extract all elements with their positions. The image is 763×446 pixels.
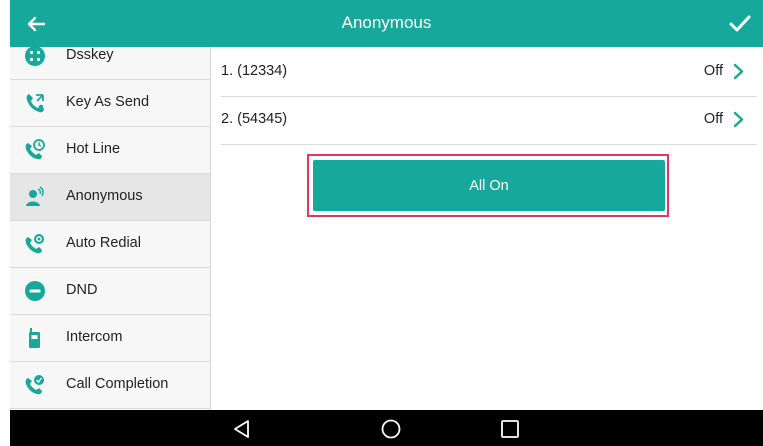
list-item-value: Off [703, 111, 723, 127]
sidebar-item-intercom[interactable]: Intercom [10, 315, 210, 362]
dsskey-icon [25, 47, 45, 66]
page-title: Anonymous [341, 13, 432, 32]
chevron-right-icon [733, 111, 744, 128]
sidebar-item-label: Intercom [66, 329, 123, 345]
sidebar-item-label: Call Completion [66, 376, 169, 392]
back-triangle-icon[interactable] [231, 418, 253, 440]
list-item[interactable]: 2. (54345) Off [221, 96, 757, 145]
list-item-name: 2. (54345) [221, 111, 288, 127]
call-completion-icon [25, 375, 44, 395]
phone-redial-icon [25, 234, 44, 254]
phone-clock-icon [25, 139, 45, 160]
sidebar-item-label: Auto Redial [66, 235, 141, 251]
sidebar-item-anonymous[interactable]: Anonymous [10, 174, 210, 221]
sidebar-item-label: DND [66, 282, 98, 298]
sidebar-item-hot-line[interactable]: Hot Line [10, 127, 210, 174]
chevron-right-icon [733, 63, 744, 80]
do-not-disturb-icon [25, 281, 45, 301]
sidebar-item-label: Dsskey [66, 47, 114, 63]
all-on-button[interactable]: All On [313, 160, 665, 211]
sidebar-item-label: Hot Line [66, 141, 121, 157]
sidebar-item-call-completion[interactable]: Call Completion [10, 362, 210, 409]
list-item-name: 1. (12334) [221, 63, 288, 79]
checkmark-icon[interactable] [727, 12, 753, 36]
anonymous-person-icon [26, 186, 44, 206]
sidebar-item-auto-redial[interactable]: Auto Redial [10, 221, 210, 268]
phone-send-icon [26, 94, 44, 113]
sidebar-item-label: Key As Send [66, 94, 150, 110]
navigation-bar [10, 410, 763, 446]
home-circle-icon[interactable] [380, 418, 402, 440]
recent-square-icon[interactable] [499, 418, 521, 440]
title-bar: Anonymous [10, 0, 763, 47]
sidebar: Dsskey Key As Send Hot Line Anonymous Au… [10, 47, 211, 410]
main-content: 1. (12334) Off 2. (54345) Off All On [211, 47, 763, 410]
sidebar-item-dsskey[interactable]: Dsskey [10, 47, 210, 80]
phone-screen: Anonymous Dsskey Key As Send Hot Line An… [10, 0, 763, 446]
sidebar-item-key-as-send[interactable]: Key As Send [10, 80, 210, 127]
screenshot-frame: Anonymous Dsskey Key As Send Hot Line An… [0, 0, 763, 446]
list-item-value: Off [703, 63, 723, 79]
sidebar-item-dnd[interactable]: DND [10, 268, 210, 315]
intercom-handset-icon [29, 328, 40, 348]
sidebar-item-label: Anonymous [66, 188, 143, 204]
list-item[interactable]: 1. (12334) Off [221, 48, 757, 97]
frame-margin [0, 0, 10, 446]
